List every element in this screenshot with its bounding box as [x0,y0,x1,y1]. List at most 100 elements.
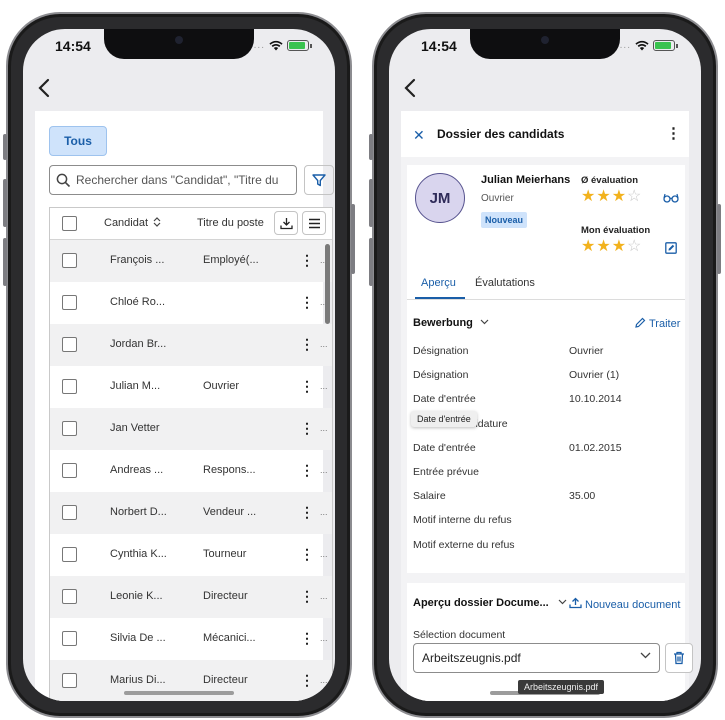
cell-candidate: Jordan Br... [110,338,167,350]
filter-button[interactable] [304,165,334,195]
battery-icon [653,40,678,51]
new-document-button[interactable]: Nouveau document [569,597,680,611]
cell-job-title: Directeur [203,590,248,602]
search-placeholder: Rechercher dans "Candidat", "Titre du [76,173,279,187]
tab-overview[interactable]: Aperçu [421,277,456,289]
mute-switch [3,134,7,160]
edit-section-button[interactable]: Traiter [635,317,680,330]
table-scrollbar[interactable] [325,244,330,324]
candidate-dossier-view: ✕ Dossier des candidats ⋮ JM Julian Meie… [401,111,693,701]
field-value: Ouvrier (1) [569,369,620,382]
home-indicator[interactable] [124,691,234,695]
row-actions-icon[interactable]: ⋮ [300,253,314,267]
trash-icon [674,651,684,665]
candidate-list-view: Tous Rechercher dans "Candidat", "Titre … [35,111,334,701]
table-row[interactable]: Julian M... Ouvrier ⋮... [50,366,332,408]
right-screen: 14:54 .... ✕ Dossier des candidats ⋮ JM … [389,29,701,701]
row-actions-icon[interactable]: ⋮ [300,379,314,393]
chevron-down-icon [558,599,567,605]
avatar: JM [415,173,465,223]
candidate-name: Julian Meierhans [481,174,571,186]
section-title[interactable]: Bewerbung [413,317,489,329]
row-actions-icon[interactable]: ⋮ [300,463,314,477]
document-select[interactable]: Arbeitszeugnis.pdf [413,643,660,673]
download-button[interactable] [274,211,298,235]
notch [104,29,254,59]
star-icon: ★ [596,188,612,205]
search-input[interactable]: Rechercher dans "Candidat", "Titre du [49,165,297,195]
table-row[interactable]: Chloé Ro... ⋮... [50,282,332,324]
table-row[interactable]: Silvia De ... Mécanici... ⋮... [50,618,332,660]
table-row[interactable]: Jordan Br... ⋮... [50,324,332,366]
row-ellipsis: ... [320,423,328,433]
close-icon[interactable]: ✕ [413,127,425,144]
row-checkbox[interactable] [62,505,77,520]
row-actions-icon[interactable]: ⋮ [300,589,314,603]
glasses-icon[interactable] [663,193,679,203]
more-options-icon[interactable]: ⋮ [666,124,681,142]
row-actions-icon[interactable]: ⋮ [300,295,314,309]
row-actions-icon[interactable]: ⋮ [300,337,314,351]
field-label: Motif externe du refus [413,538,515,551]
document-select-value: Arbeitszeugnis.pdf [422,651,521,665]
star-icon: ★ [611,238,628,255]
cell-job-title: Employé(... [203,254,259,266]
row-checkbox[interactable] [62,295,77,310]
row-actions-icon[interactable]: ⋮ [300,547,314,561]
my-rating-stars[interactable]: ★★★☆ [581,239,642,255]
star-icon: ★ [596,238,612,255]
row-checkbox[interactable] [62,421,77,436]
edit-icon[interactable] [665,242,677,254]
column-header-candidate[interactable]: Candidat [104,217,161,229]
battery-icon [287,40,312,51]
filter-funnel-icon [312,173,326,186]
row-checkbox[interactable] [62,673,77,688]
cell-job-title: Ouvrier [203,380,240,392]
row-checkbox[interactable] [62,379,77,394]
cell-job-title: Respons... [203,464,256,476]
table-row[interactable]: Cynthia K... Tourneur ⋮... [50,534,332,576]
page-title: Dossier des candidats [437,127,565,141]
volume-down-button [369,238,373,286]
column-header-job-title[interactable]: Titre du poste [197,217,264,229]
row-actions-icon[interactable]: ⋮ [300,673,314,687]
tab-evaluations[interactable]: Évalutations [475,277,535,289]
table-row[interactable]: Norbert D... Vendeur ... ⋮... [50,492,332,534]
table-row[interactable]: Andreas ... Respons... ⋮... [50,450,332,492]
candidate-job: Ouvrier [481,193,514,204]
wifi-icon [269,40,283,51]
cell-candidate: Jan Vetter [110,422,160,434]
row-actions-icon[interactable]: ⋮ [300,505,314,519]
row-checkbox[interactable] [62,547,77,562]
documents-title[interactable]: Aperçu dossier Docume... [413,597,567,609]
candidate-card: JM Julian Meierhans Ouvrier Nouveau Ø év… [407,165,685,573]
field-value: 10.10.2014 [569,393,622,406]
table-row[interactable]: Jan Vetter ⋮... [50,408,332,450]
cell-candidate: Norbert D... [110,506,167,518]
delete-document-button[interactable] [665,643,693,673]
row-actions-icon[interactable]: ⋮ [300,421,314,435]
columns-menu-button[interactable] [302,211,326,235]
cell-candidate: François ... [110,254,165,266]
table-body: François ... Employé(... ⋮... Chloé Ro... ⋮.… [50,240,332,701]
left-phone-frame: 14:54 .... Tous Rechercher dans "Candida… [3,12,355,718]
back-chevron-icon[interactable] [401,77,421,99]
status-badge: Nouveau [481,212,527,228]
row-checkbox[interactable] [62,337,77,352]
row-checkbox[interactable] [62,253,77,268]
download-icon [279,217,293,229]
star-outline-icon: ☆ [627,238,643,255]
filter-chip-all[interactable]: Tous [49,126,107,156]
row-actions-icon[interactable]: ⋮ [300,631,314,645]
cell-candidate: Silvia De ... [110,632,166,644]
row-checkbox[interactable] [62,631,77,646]
cell-candidate: Leonie K... [110,590,163,602]
table-row[interactable]: François ... Employé(... ⋮... [50,240,332,282]
row-checkbox[interactable] [62,463,77,478]
select-all-checkbox[interactable] [62,216,77,231]
back-chevron-icon[interactable] [35,77,55,99]
table-row[interactable]: Leonie K... Directeur ⋮... [50,576,332,618]
row-checkbox[interactable] [62,589,77,604]
sort-icon [153,217,161,227]
status-time: 14:54 [421,38,457,54]
